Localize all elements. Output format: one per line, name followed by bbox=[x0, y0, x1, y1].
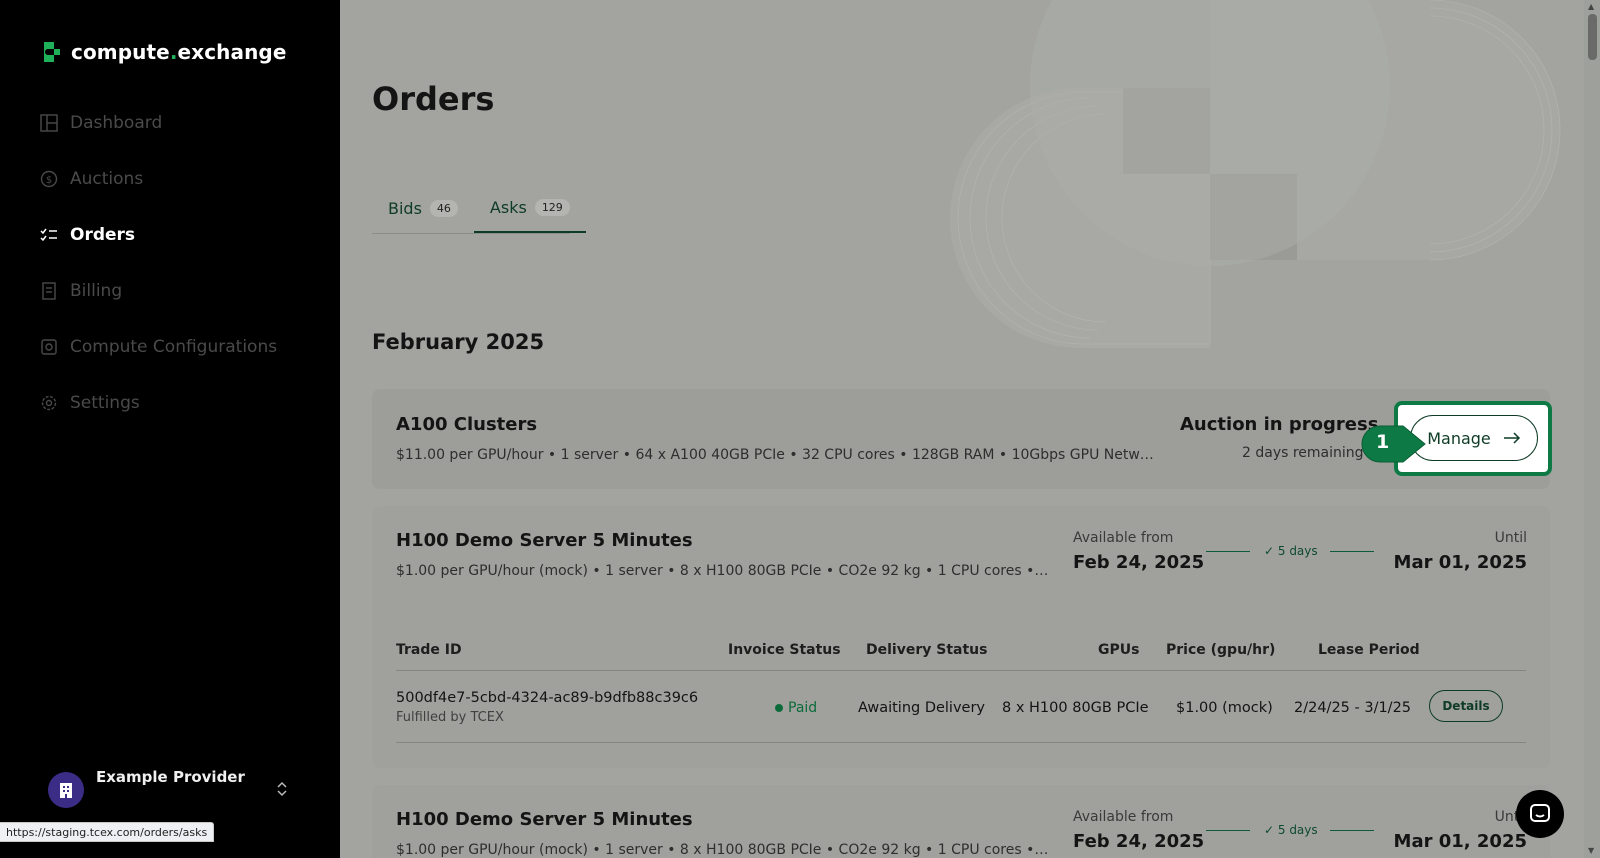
svg-text:$: $ bbox=[46, 175, 52, 186]
column-header-price: Price (gpu/hr) bbox=[1166, 642, 1276, 658]
available-from-date: Feb 24, 2025 bbox=[1073, 831, 1205, 852]
duration-line bbox=[1206, 830, 1250, 831]
chip-icon bbox=[40, 338, 58, 356]
duration: ✓ 5 days bbox=[1264, 823, 1318, 837]
order-card: H100 Demo Server 5 Minutes $1.00 per GPU… bbox=[372, 785, 1550, 858]
order-description: $1.00 per GPU/hour (mock) • 1 server • 8… bbox=[396, 842, 1052, 858]
sidebar-item-auctions[interactable]: $ Auctions bbox=[40, 151, 277, 207]
until-label: Until bbox=[1494, 530, 1527, 546]
sidebar-item-label: Orders bbox=[70, 225, 136, 245]
tab-count-badge: 129 bbox=[534, 199, 570, 216]
sidebar-item-settings[interactable]: Settings bbox=[40, 375, 277, 431]
order-description: $1.00 per GPU/hour (mock) • 1 server • 8… bbox=[396, 563, 1052, 579]
sidebar-item-label: Auctions bbox=[70, 169, 144, 189]
column-header-trade-id: Trade ID bbox=[396, 642, 462, 658]
order-title: H100 Demo Server 5 Minutes bbox=[396, 530, 693, 551]
scroll-up-icon[interactable]: ▲ bbox=[1588, 2, 1594, 11]
status-dot-icon bbox=[775, 704, 783, 712]
tab-count-badge: 46 bbox=[429, 200, 458, 217]
step-number: 1 bbox=[1376, 431, 1390, 453]
column-header-delivery-status: Delivery Status bbox=[866, 642, 988, 658]
trade-id: 500df4e7-5cbd-4324-ac89-b9dfb88c39c6 bbox=[396, 690, 699, 706]
grid-icon bbox=[40, 114, 58, 132]
order-card: H100 Demo Server 5 Minutes $1.00 per GPU… bbox=[372, 506, 1550, 768]
available-from-label: Available from bbox=[1073, 530, 1174, 546]
chat-button[interactable] bbox=[1516, 790, 1564, 838]
column-header-lease-period: Lease Period bbox=[1318, 642, 1420, 658]
sidebar: compute.exchange Dashboard $ Auctions Or… bbox=[0, 0, 340, 858]
duration-line bbox=[1206, 551, 1250, 552]
user-menu[interactable]: Example Provider bbox=[48, 768, 288, 814]
gear-icon bbox=[40, 394, 58, 412]
brand-logo[interactable]: compute.exchange bbox=[38, 38, 287, 66]
gpus: 8 x H100 80GB PCIe bbox=[1002, 700, 1149, 716]
auction-status: Auction in progress bbox=[1180, 414, 1379, 435]
duration-line bbox=[1330, 551, 1374, 552]
price: $1.00 (mock) bbox=[1176, 700, 1273, 716]
sidebar-nav: Dashboard $ Auctions Orders Billing Comp… bbox=[40, 95, 277, 431]
scroll-thumb[interactable] bbox=[1588, 14, 1597, 60]
chevron-up-down-icon[interactable] bbox=[276, 780, 288, 802]
sidebar-item-billing[interactable]: Billing bbox=[40, 263, 277, 319]
tab-label: Bids bbox=[388, 199, 422, 218]
arrow-right-icon bbox=[1503, 432, 1520, 444]
until-date: Mar 01, 2025 bbox=[1393, 552, 1527, 573]
auction-remaining: 2 days remaining bbox=[1242, 445, 1364, 461]
brand-name: compute.exchange bbox=[71, 40, 287, 64]
tab-asks[interactable]: Asks 129 bbox=[473, 184, 586, 233]
sidebar-item-compute-configurations[interactable]: Compute Configurations bbox=[40, 319, 277, 375]
logo-icon bbox=[44, 42, 60, 62]
table-divider bbox=[396, 670, 1526, 671]
order-title: A100 Clusters bbox=[396, 414, 538, 435]
tab-label: Asks bbox=[489, 198, 527, 217]
scrollbar[interactable]: ▲ ▼ bbox=[1584, 0, 1600, 858]
order-tabs: Bids 46 Asks 129 bbox=[372, 184, 586, 234]
order-title: H100 Demo Server 5 Minutes bbox=[396, 809, 693, 830]
sidebar-item-label: Compute Configurations bbox=[70, 337, 278, 357]
page-title: Orders bbox=[372, 80, 495, 118]
table-divider bbox=[396, 742, 1526, 743]
step-callout: 1 bbox=[1359, 423, 1431, 465]
main-content: Orders Bids 46 Asks 129 February 2025 A1… bbox=[340, 0, 1584, 858]
delivery-status: Awaiting Delivery bbox=[858, 700, 986, 716]
tab-bids[interactable]: Bids 46 bbox=[372, 184, 474, 233]
invoice-status: Paid bbox=[788, 700, 818, 716]
available-from-label: Available from bbox=[1073, 809, 1174, 825]
column-header-gpus: GPUs bbox=[1098, 642, 1140, 658]
sidebar-item-label: Settings bbox=[70, 393, 140, 413]
building-icon bbox=[60, 783, 72, 798]
duration: ✓ 5 days bbox=[1264, 544, 1318, 558]
dollar-coin-icon: $ bbox=[40, 170, 58, 188]
manage-label: Manage bbox=[1427, 428, 1491, 448]
user-name: Example Provider bbox=[96, 768, 245, 786]
column-header-invoice-status: Invoice Status bbox=[728, 642, 841, 658]
month-heading: February 2025 bbox=[372, 330, 545, 354]
background-logo-art bbox=[950, 0, 1561, 348]
sidebar-item-orders[interactable]: Orders bbox=[40, 207, 277, 263]
order-description: $11.00 per GPU/hour • 1 server • 64 x A1… bbox=[396, 447, 1158, 463]
duration-line bbox=[1330, 830, 1374, 831]
invoice-status-badge: Paid bbox=[775, 700, 817, 716]
until-date: Mar 01, 2025 bbox=[1393, 831, 1527, 852]
chat-icon bbox=[1530, 804, 1550, 822]
scroll-down-icon[interactable]: ▼ bbox=[1588, 846, 1594, 855]
status-url: https://staging.tcex.com/orders/asks bbox=[0, 822, 215, 842]
receipt-icon bbox=[40, 282, 58, 300]
lease-period: 2/24/25 - 3/1/25 bbox=[1294, 700, 1412, 716]
sidebar-item-dashboard[interactable]: Dashboard bbox=[40, 95, 277, 151]
checklist-icon bbox=[40, 226, 58, 244]
sidebar-item-label: Dashboard bbox=[70, 113, 163, 133]
fulfilled-by: Fulfilled by TCEX bbox=[396, 710, 504, 725]
sidebar-item-label: Billing bbox=[70, 281, 123, 301]
avatar bbox=[48, 772, 84, 808]
details-button[interactable]: Details bbox=[1429, 690, 1503, 722]
available-from-date: Feb 24, 2025 bbox=[1073, 552, 1205, 573]
